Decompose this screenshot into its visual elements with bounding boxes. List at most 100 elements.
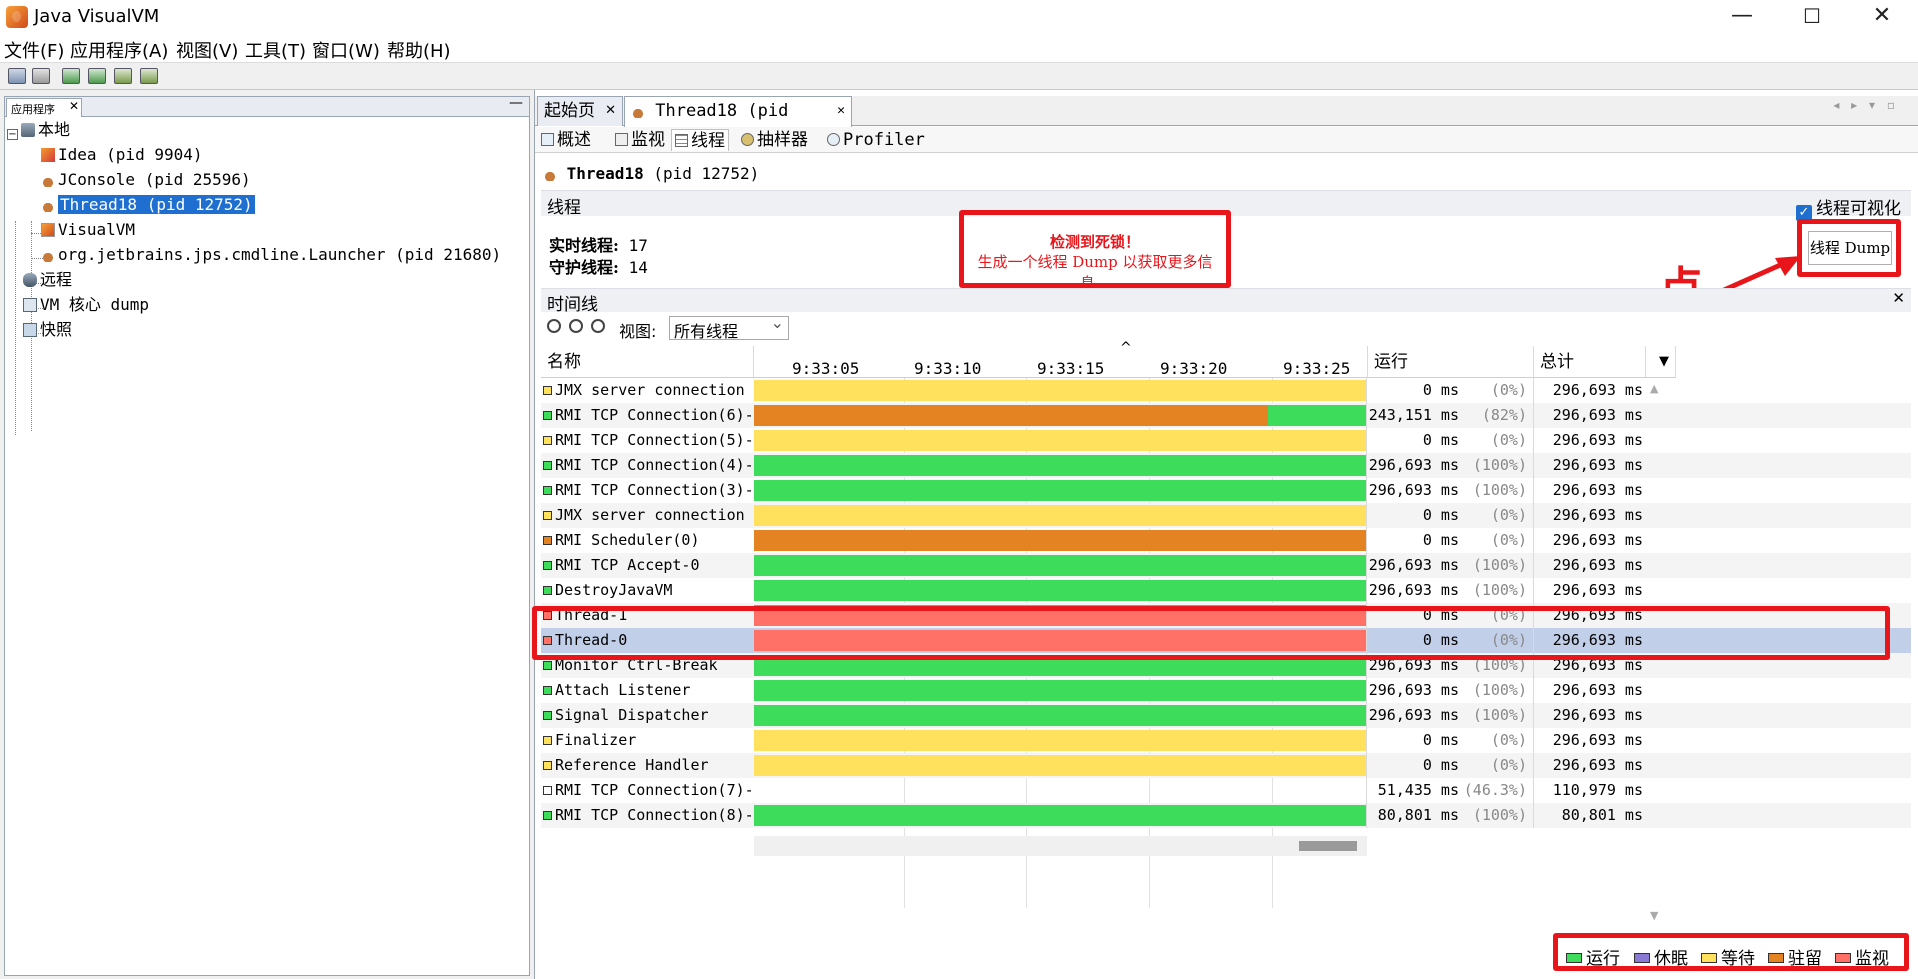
running-percent: (46.3%)	[1463, 781, 1527, 799]
thread-state-swatch	[543, 411, 552, 420]
snapshot-icon	[23, 323, 37, 337]
thread-row[interactable]: RMI TCP Connection(3)-192.1 296,693 ms (10…	[541, 478, 1911, 503]
tree-node-coredump[interactable]: VM 核心 dump	[23, 293, 149, 317]
thread-row[interactable]: DestroyJavaVM 296,693 ms (100%) 296,693 ms	[541, 578, 1911, 603]
zoom-out-icon[interactable]	[569, 319, 583, 333]
view-select[interactable]: 所有线程	[669, 313, 789, 341]
thread-row[interactable]: RMI TCP Connection(5)-192.1 0 ms (0%) 296,6…	[541, 428, 1911, 453]
timeline-segment-running	[754, 705, 1366, 726]
thread-total-cell: 296,693 ms	[1552, 681, 1643, 699]
thread-name: RMI TCP Connection(8)-192.1	[555, 806, 753, 824]
menu-view[interactable]: 视图(V)	[176, 37, 238, 63]
thread-name: JMX server connection timeo	[555, 506, 753, 524]
close-icon[interactable]: ✕	[605, 97, 616, 125]
app-label: VisualVM	[58, 220, 136, 239]
thread-row[interactable]: Reference Handler 0 ms (0%) 296,693 ms	[541, 753, 1911, 778]
timeline-segment-running	[754, 805, 1366, 826]
thread-row[interactable]: RMI TCP Connection(7)-192.1 51,435 ms(46.…	[541, 778, 1911, 803]
timeline-segment-wait	[754, 430, 1366, 451]
thread-timeline-cell	[754, 428, 1367, 453]
thread-timeline-cell	[754, 803, 1367, 828]
thread-state-swatch	[543, 386, 552, 395]
tree-node-snapshots[interactable]: 快照	[23, 318, 72, 342]
close-icon[interactable]: ✕	[837, 97, 845, 125]
thread-row[interactable]: JMX server connection timeo 0 ms (0%) 296,6…	[541, 378, 1911, 403]
tab-start-page[interactable]: 起始页 ✕	[537, 96, 623, 126]
add-snapshot-icon[interactable]	[140, 68, 158, 84]
running-time: 296,693 ms	[1368, 581, 1459, 599]
column-header-running[interactable]: 运行	[1368, 346, 1534, 378]
tree-node-app-idea[interactable]: Idea (pid 9904)	[41, 143, 203, 167]
running-percent: (100%)	[1472, 556, 1527, 574]
thread-row[interactable]: RMI TCP Connection(6)-192.1 243,151 ms (82…	[541, 403, 1911, 428]
minimize-button[interactable]: —	[1712, 0, 1772, 34]
add-jmx-icon[interactable]	[62, 68, 80, 84]
close-icon[interactable]: ✕	[1892, 289, 1905, 307]
thread-name-cell: RMI TCP Connection(8)-192.1	[541, 803, 753, 828]
tree-node-app-launcher[interactable]: org.jetbrains.jps.cmdline.Launcher (pid …	[41, 243, 501, 267]
thread-timeline-cell	[754, 503, 1367, 528]
live-threads-label: 实时线程:	[549, 236, 619, 255]
tree-node-app-thread18[interactable]: Thread18 (pid 12752)	[41, 193, 255, 217]
save-icon[interactable]	[32, 68, 50, 84]
thread-total-cell: 296,693 ms	[1552, 456, 1643, 474]
thread-row[interactable]: RMI Scheduler(0) 0 ms (0%) 296,693 ms	[541, 528, 1911, 553]
load-snapshot-icon[interactable]	[8, 68, 26, 84]
subtab-threads[interactable]: 线程	[671, 129, 729, 151]
scroll-up-icon[interactable]: ▲	[1650, 382, 1658, 395]
thread-state-swatch	[543, 486, 552, 495]
subtab-monitor[interactable]: 监视	[615, 129, 665, 151]
tree-node-app-jconsole[interactable]: JConsole (pid 25596)	[41, 168, 251, 192]
legend-item-park: 驻留	[1768, 944, 1822, 969]
zoom-fit-icon[interactable]	[591, 319, 605, 333]
window-title: Java VisualVM	[34, 6, 160, 27]
minimize-panel-icon[interactable]: —	[509, 95, 523, 111]
zoom-in-icon[interactable]	[547, 319, 561, 333]
timeline-horizontal-scrollbar[interactable]	[754, 836, 1367, 856]
subtab-profiler[interactable]: Profiler	[827, 129, 925, 151]
menu-tools[interactable]: 工具(T)	[245, 37, 306, 63]
close-icon[interactable]: ✕	[69, 99, 79, 113]
tab-navigation-icons[interactable]: ◂ ▸ ▾ ▫	[1833, 98, 1899, 112]
scroll-down-icon[interactable]: ▼	[1650, 909, 1658, 922]
sampler-icon	[741, 133, 754, 146]
maximize-button[interactable]: ☐	[1782, 0, 1842, 34]
running-percent: (0%)	[1490, 731, 1527, 749]
menu-window[interactable]: 窗口(W)	[312, 37, 380, 63]
page-title: Thread18 (pid 12752)	[543, 164, 759, 183]
thread-visualization-checkbox[interactable]: ✓ 线程可视化	[1796, 194, 1901, 221]
column-chooser-icon[interactable]: ▼	[1646, 346, 1676, 378]
subtab-sampler[interactable]: 抽样器	[741, 129, 808, 151]
tree-node-app-visualvm[interactable]: VisualVM	[41, 218, 135, 242]
menu-file[interactable]: 文件(F)	[4, 37, 64, 63]
thread-row[interactable]: Signal Dispatcher 296,693 ms (100%) 296,693…	[541, 703, 1911, 728]
thread-row[interactable]: RMI TCP Connection(8)-192.1 80,801 ms (100…	[541, 803, 1911, 828]
applications-tab[interactable]: 应用程序 ✕	[6, 98, 82, 117]
subtab-label: 概述	[557, 130, 591, 150]
thread-row[interactable]: RMI TCP Connection(4)-192.1 296,693 ms (10…	[541, 453, 1911, 478]
thread-row[interactable]: Finalizer 0 ms (0%) 296,693 ms	[541, 728, 1911, 753]
thread-name: Signal Dispatcher	[555, 706, 709, 724]
column-header-timeline[interactable]: 9:33:05 9:33:10 9:33:15 9:33:20 9:33:25 …	[754, 340, 1368, 378]
running-time: 296,693 ms	[1368, 456, 1459, 474]
subtab-overview[interactable]: 概述	[541, 129, 591, 151]
thread-row[interactable]: Attach Listener 296,693 ms (100%) 296,693 m…	[541, 678, 1911, 703]
collapse-icon[interactable]: −	[7, 129, 18, 140]
scrollbar-thumb[interactable]	[1299, 841, 1357, 851]
thread-row[interactable]: RMI TCP Accept-0 296,693 ms (100%) 296,693 …	[541, 553, 1911, 578]
add-coredump-icon[interactable]	[114, 68, 132, 84]
column-header-total[interactable]: 总计	[1534, 346, 1646, 378]
tree-node-remote[interactable]: 远程	[23, 268, 72, 292]
menu-help[interactable]: 帮助(H)	[387, 37, 451, 63]
legend-item-sleeping: 休眠	[1634, 944, 1688, 969]
running-percent: (100%)	[1472, 456, 1527, 474]
column-header-name[interactable]: 名称	[541, 346, 754, 378]
menu-application[interactable]: 应用程序(A)	[70, 37, 168, 63]
subtab-label: Profiler	[843, 130, 925, 150]
tree-node-local[interactable]: − 本地	[7, 118, 70, 142]
add-remote-host-icon[interactable]	[88, 68, 106, 84]
thread-row[interactable]: JMX server connection timeo 0 ms (0%) 296,6…	[541, 503, 1911, 528]
tab-thread18[interactable]: Thread18 (pid 12752) ✕	[624, 96, 852, 149]
close-button[interactable]: ✕	[1852, 0, 1912, 34]
thread-dump-button[interactable]: 线程 Dump	[1808, 231, 1892, 265]
